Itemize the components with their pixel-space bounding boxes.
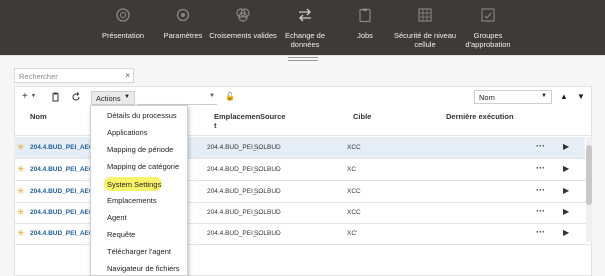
menu-item-mapping-categorie[interactable]: Mapping de catégorie [107, 162, 179, 171]
more-options-icon[interactable]: ··· [536, 206, 545, 216]
run-icon[interactable]: ▶ [563, 186, 569, 195]
nav-label: Sécurité de niveau cellule [393, 31, 457, 49]
chevron-down-icon: ▼ [124, 94, 130, 100]
column-header-source[interactable]: Source [260, 112, 285, 121]
nav-label: Paramètres [163, 31, 203, 40]
nav-item-jobs[interactable]: Jobs [348, 0, 382, 55]
delete-icon[interactable] [51, 92, 60, 102]
cell-security-icon [418, 8, 432, 22]
star-icon: ✳ [17, 186, 25, 196]
lock-icon[interactable]: 🔓 [225, 92, 235, 101]
nav-label: Jobs [357, 31, 373, 40]
overview-icon [116, 8, 130, 22]
row-source: SOLBUD [254, 209, 281, 216]
more-options-icon[interactable]: ··· [536, 141, 545, 151]
chevron-down-icon: ▼ [541, 93, 547, 99]
menu-item-requete[interactable]: Requête [107, 230, 135, 239]
nav-item-groupes-approbation[interactable]: Groupes d'approbation [460, 0, 516, 55]
menu-item-mapping-periode[interactable]: Mapping de période [107, 145, 173, 154]
menu-item-navigateur-fichiers[interactable]: Navigateur de fichiers [107, 264, 180, 273]
column-header-target[interactable]: Cible [353, 112, 371, 121]
sort-descending-button[interactable]: ▼ [574, 90, 588, 104]
sort-ascending-button[interactable]: ▲ [557, 90, 571, 104]
actions-dropdown-menu: Détails du processus Applications Mappin… [90, 105, 188, 276]
row-target: XC' [347, 230, 358, 237]
column-header-location[interactable]: Emplacemen t [214, 112, 260, 130]
top-navigation-bar: Présentation Paramètres Croisements vali… [0, 0, 605, 55]
menu-item-telecharger-agent[interactable]: Télécharger l'agent [107, 247, 171, 256]
chevron-down-icon: ▼ [209, 93, 215, 99]
row-source: SOLBUD [254, 188, 281, 195]
table-scrollbar[interactable] [586, 137, 592, 242]
more-options-icon[interactable]: ··· [536, 185, 545, 195]
more-options-icon[interactable]: ··· [536, 163, 545, 173]
menu-item-details-processus[interactable]: Détails du processus [107, 111, 177, 120]
nav-item-presentation[interactable]: Présentation [95, 0, 151, 55]
settings-icon [176, 8, 190, 22]
run-icon[interactable]: ▶ [563, 207, 569, 216]
row-source: SOLBUD [254, 144, 281, 151]
data-exchange-icon [299, 8, 311, 22]
add-icon[interactable]: + [22, 92, 28, 102]
refresh-icon[interactable] [71, 92, 81, 102]
menu-item-emplacements[interactable]: Emplacements [107, 196, 157, 205]
row-source: SOLBUD [254, 166, 281, 173]
jobs-icon [359, 8, 371, 23]
star-icon: ✳ [17, 164, 25, 174]
nav-item-echange-de-donnees[interactable]: Echange de données [280, 0, 330, 55]
sort-select[interactable]: Nom ▼ [474, 90, 552, 104]
approval-groups-icon [481, 8, 495, 22]
row-target: XCC [347, 144, 361, 151]
star-icon: ✳ [17, 228, 25, 238]
actions-label: Actions [96, 94, 121, 103]
run-icon[interactable]: ▶ [563, 142, 569, 151]
row-source: SOLBUD [254, 230, 281, 237]
menu-item-system-settings[interactable]: System Settings [107, 180, 161, 189]
menu-item-agent[interactable]: Agent [107, 213, 127, 222]
actions-menu-button[interactable]: Actions ▼ [91, 91, 135, 105]
search-input[interactable]: Rechercher × [14, 68, 134, 83]
nav-label: Croisements valides [209, 31, 277, 40]
scrollbar-thumb[interactable] [586, 145, 592, 205]
filter-select[interactable]: ▼ [137, 91, 217, 105]
search-placeholder: Rechercher [19, 72, 58, 81]
run-icon[interactable]: ▶ [563, 228, 569, 237]
star-icon: ✳ [17, 207, 25, 217]
nav-item-croisements-valides[interactable]: Croisements valides [208, 0, 278, 55]
menu-item-applications[interactable]: Applications [107, 128, 147, 137]
nav-item-parametres[interactable]: Paramètres [158, 0, 208, 55]
star-icon: ✳ [17, 142, 25, 152]
run-icon[interactable]: ▶ [563, 164, 569, 173]
column-header-name[interactable]: Nom [30, 112, 47, 121]
collapse-handle-icon[interactable] [288, 57, 318, 61]
nav-label: Présentation [101, 31, 145, 40]
row-target: XCC [347, 188, 361, 195]
nav-label: Groupes d'approbation [465, 31, 511, 49]
nav-item-securite-niveau-cellule[interactable]: Sécurité de niveau cellule [390, 0, 460, 55]
more-options-icon[interactable]: ··· [536, 227, 545, 237]
intersections-icon [236, 8, 250, 22]
add-dropdown-icon[interactable]: ▼ [31, 93, 36, 99]
row-target: XCC [347, 209, 361, 216]
row-target: XC [347, 166, 357, 173]
clear-search-icon[interactable]: × [125, 71, 130, 80]
sort-value: Nom [479, 93, 495, 102]
column-header-last-run[interactable]: Dernière exécution [446, 112, 514, 121]
nav-label: Echange de données [284, 31, 326, 49]
